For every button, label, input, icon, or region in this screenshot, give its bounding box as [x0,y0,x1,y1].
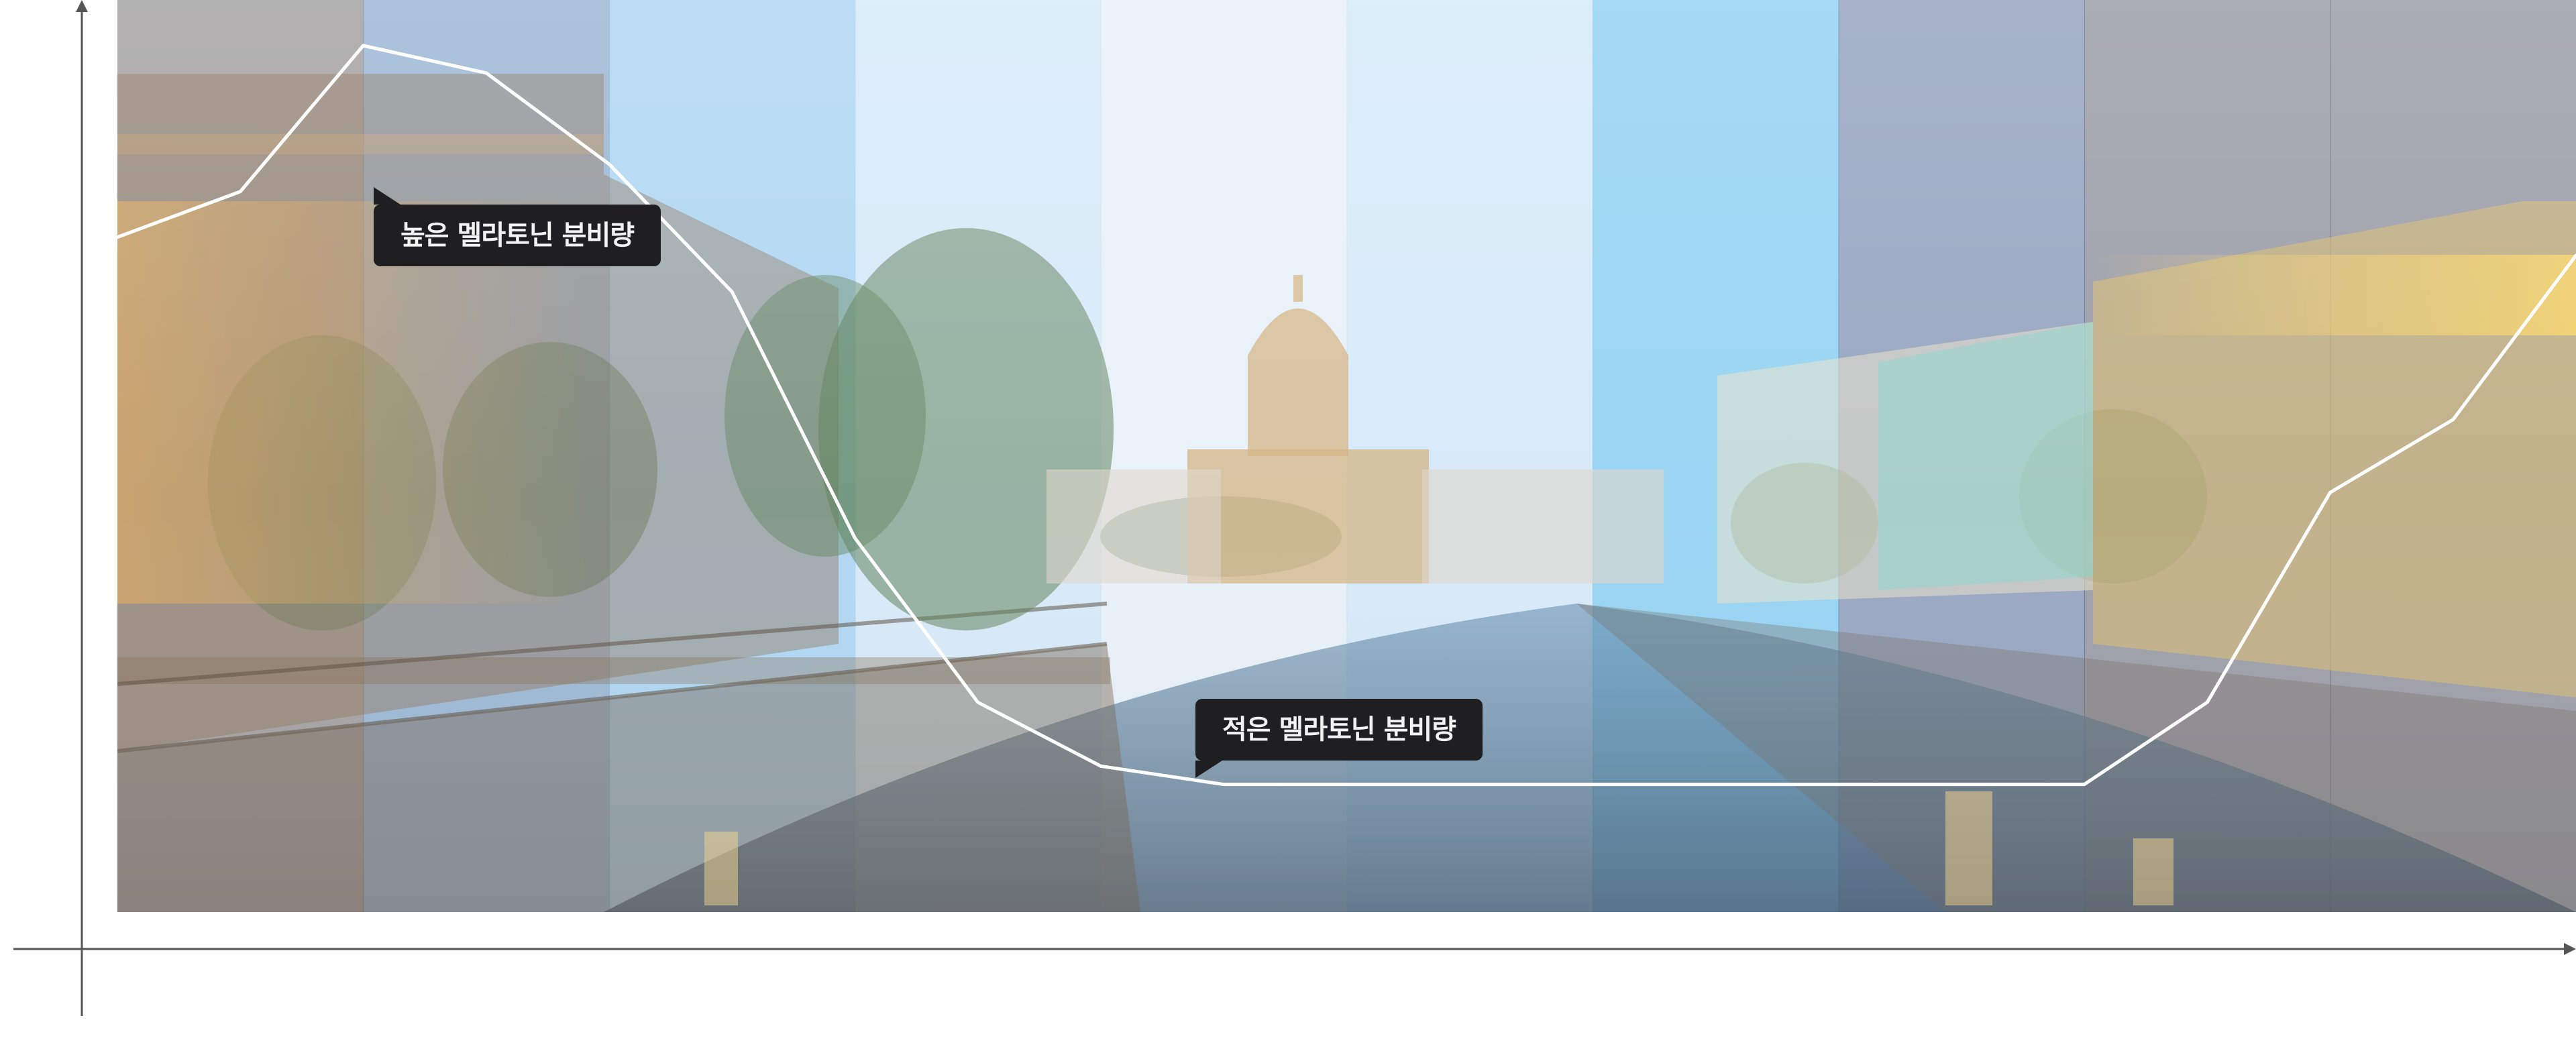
callout-high-melatonin: 높은 멜라토닌 분비량 [374,187,661,266]
callout-text: 높은 멜라토닌 분비량 [400,220,635,251]
callout-low-melatonin: 적은 멜라토닌 분비량 [1195,699,1483,778]
callout-text: 적은 멜라토닌 분비량 [1222,714,1456,745]
x-axis-arrow [2564,943,2576,955]
chart-stage: 높은 멜라토닌 분비량 적은 멜라토닌 분비량 [0,0,2576,1063]
callout-tail [1195,761,1222,778]
y-axis-arrow [76,0,88,12]
melatonin-chart [13,0,2576,1016]
photo-white-wash [117,0,2576,912]
callout-tail [374,187,400,205]
